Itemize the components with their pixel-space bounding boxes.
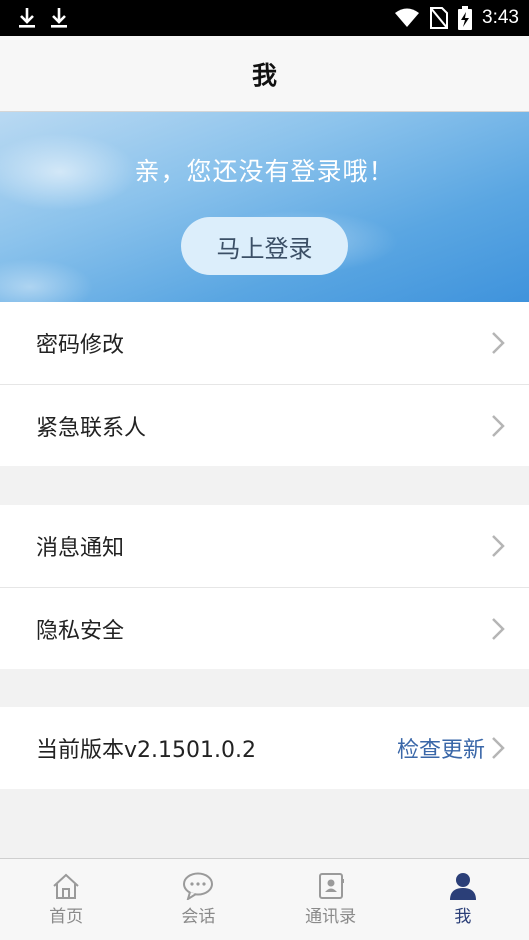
version-label: 当前版本v2.1501.0.2 bbox=[36, 738, 256, 763]
home-icon bbox=[53, 873, 79, 899]
version-row[interactable]: 当前版本v2.1501.0.2 检查更新 bbox=[0, 707, 529, 789]
menu-item-label: 隐私安全 bbox=[36, 618, 125, 644]
wifi-icon bbox=[395, 8, 420, 27]
download-icon bbox=[51, 8, 67, 28]
person-icon bbox=[449, 873, 476, 900]
check-update-link[interactable]: 检查更新 bbox=[397, 732, 485, 764]
login-banner: 亲，您还没有登录哦！ 马上登录 bbox=[0, 112, 529, 302]
login-prompt-text: 亲，您还没有登录哦！ bbox=[134, 157, 395, 186]
tab-me[interactable]: 我 bbox=[397, 859, 529, 940]
tab-contacts[interactable]: 通讯录 bbox=[265, 859, 397, 940]
tab-label: 会话 bbox=[181, 907, 216, 927]
tab-label: 首页 bbox=[49, 907, 84, 927]
chevron-right-icon bbox=[492, 617, 505, 640]
tab-label: 通讯录 bbox=[305, 907, 357, 927]
login-button[interactable]: 马上登录 bbox=[181, 217, 348, 275]
menu-item-change-password[interactable]: 密码修改 bbox=[0, 302, 529, 384]
menu-item-label: 密码修改 bbox=[36, 333, 125, 358]
download-icon bbox=[19, 8, 35, 28]
bottom-tab-bar: 首页 会话 通讯录 我 bbox=[0, 858, 529, 940]
status-time: 3:43 bbox=[482, 7, 519, 28]
menu-item-notifications[interactable]: 消息通知 bbox=[0, 505, 529, 587]
chevron-right-icon bbox=[492, 414, 505, 437]
title-bar: 我 bbox=[0, 36, 529, 112]
contacts-icon bbox=[318, 873, 344, 899]
version-group: 当前版本v2.1501.0.2 检查更新 bbox=[0, 707, 529, 789]
chevron-right-icon bbox=[492, 535, 505, 557]
check-update-action[interactable]: 检查更新 bbox=[397, 732, 505, 764]
menu-item-label: 消息通知 bbox=[36, 536, 125, 561]
no-sim-icon bbox=[430, 7, 449, 29]
chat-icon bbox=[183, 872, 214, 900]
status-right: 3:43 bbox=[394, 6, 519, 30]
menu-item-privacy-security[interactable]: 隐私安全 bbox=[0, 587, 529, 669]
status-left bbox=[16, 6, 70, 30]
tab-home[interactable]: 首页 bbox=[0, 859, 132, 940]
menu-item-label: 紧急联系人 bbox=[36, 415, 147, 441]
status-bar: 3:43 bbox=[0, 0, 529, 36]
page-title: 我 bbox=[251, 60, 277, 90]
menu-item-emergency-contact[interactable]: 紧急联系人 bbox=[0, 384, 529, 466]
tab-chat[interactable]: 会话 bbox=[132, 859, 264, 940]
privacy-settings-group: 消息通知 隐私安全 bbox=[0, 505, 529, 669]
chevron-right-icon bbox=[492, 332, 505, 354]
account-settings-group: 密码修改 紧急联系人 bbox=[0, 302, 529, 466]
chevron-right-icon bbox=[492, 737, 505, 759]
battery-charging-icon bbox=[458, 6, 473, 30]
tab-label: 我 bbox=[454, 907, 472, 927]
